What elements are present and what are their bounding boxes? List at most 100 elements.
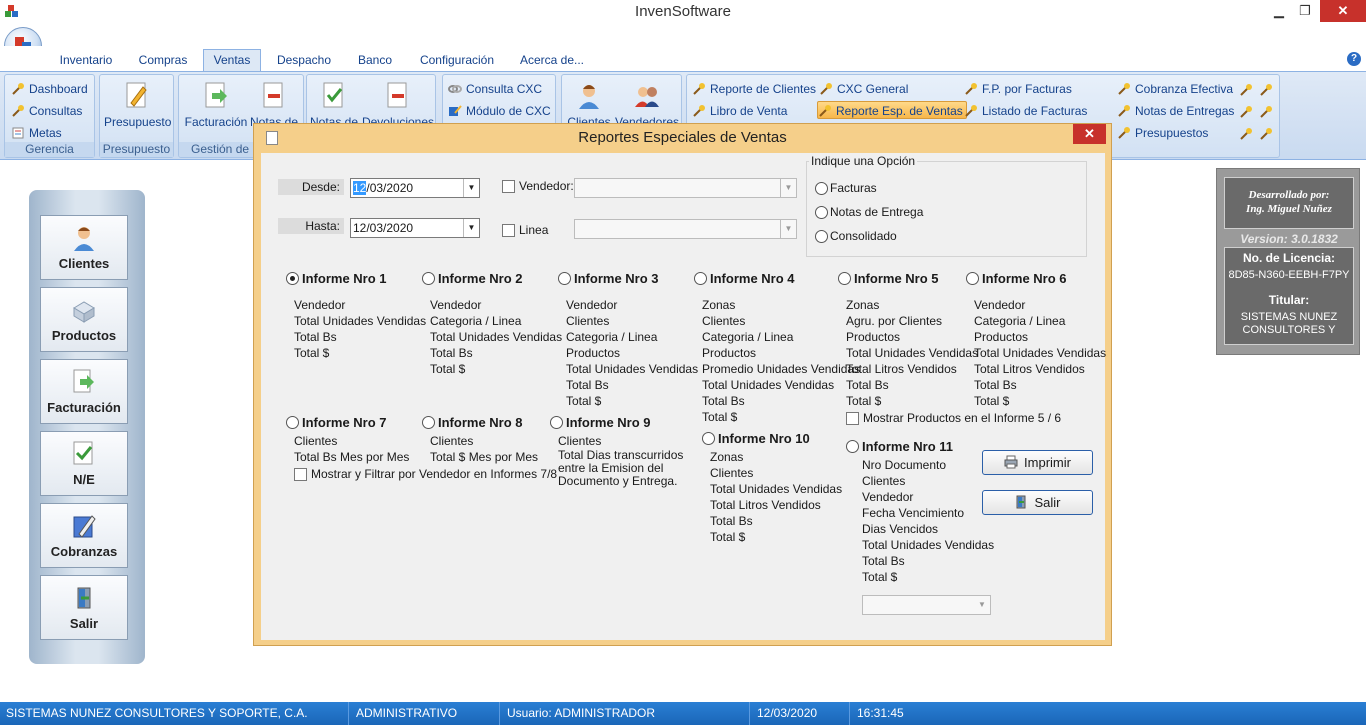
document-check-icon: [323, 82, 343, 108]
vendedor-checkbox[interactable]: [502, 180, 515, 193]
help-icon[interactable]: ?: [1347, 52, 1361, 66]
chevron-down-icon[interactable]: ▼: [463, 179, 479, 197]
informe-10-radio[interactable]: [702, 432, 715, 445]
list-item: Zonas: [710, 450, 744, 464]
libro-venta-button[interactable]: Libro de Venta: [692, 102, 787, 120]
wand-icon[interactable]: [1259, 105, 1273, 119]
nav-productos-label: Productos: [51, 328, 117, 343]
cobranza-efectiva-button[interactable]: Cobranza Efectiva: [1117, 80, 1233, 98]
list-item: Vendedor: [974, 298, 1026, 312]
tab-inventario[interactable]: Inventario: [52, 50, 120, 70]
hasta-value: 12/03/2020: [353, 221, 414, 235]
informe-6-items: Vendedor Categoria / Linea Productos Tot…: [974, 297, 1106, 409]
group-title-presupuesto: Presupuesto: [100, 142, 173, 157]
fp-por-facturas-button[interactable]: F.P. por Facturas: [964, 80, 1072, 98]
list-item: Total $ Mes por Mes: [430, 450, 539, 464]
notas-entregas-button[interactable]: Notas de Entregas: [1117, 102, 1234, 120]
vendedor-select[interactable]: ▼: [574, 178, 797, 198]
document-minus-icon: [263, 82, 283, 108]
nav-clientes-button[interactable]: Clientes: [40, 215, 128, 280]
mostrar-productos-checkbox[interactable]: [846, 412, 859, 425]
informe-11-select[interactable]: ▼: [862, 595, 991, 615]
tab-banco[interactable]: Banco: [350, 50, 400, 70]
notas-de-credito-button[interactable]: Notas de: [249, 81, 299, 129]
tab-compras[interactable]: Compras: [132, 50, 194, 70]
maximize-button[interactable]: ❐: [1290, 0, 1320, 22]
informe-2-radio[interactable]: [422, 272, 435, 285]
linea-select[interactable]: ▼: [574, 219, 797, 239]
dashboard-button[interactable]: Dashboard: [11, 80, 88, 98]
informe-7-radio[interactable]: [286, 416, 299, 429]
salir-dialog-button[interactable]: Salir: [982, 490, 1093, 515]
status-time: 16:31:45: [857, 706, 904, 720]
chevron-down-icon[interactable]: ▼: [974, 596, 990, 614]
facturas-radio[interactable]: [815, 182, 828, 195]
wand-icon[interactable]: [1239, 83, 1253, 97]
informe-11-items: Nro Documento Clientes Vendedor Fecha Ve…: [862, 457, 994, 585]
wand-icon: [965, 105, 977, 117]
exit-door-icon: [1016, 495, 1026, 509]
filtrar-vendedor-checkbox[interactable]: [294, 468, 307, 481]
list-item: Total $: [430, 362, 466, 376]
informe-1-radio[interactable]: [286, 272, 299, 285]
nav-cobranzas-button[interactable]: Cobranzas: [40, 503, 128, 568]
list-item: Clientes: [294, 434, 338, 448]
informe-5-radio[interactable]: [838, 272, 851, 285]
presupuestos-button[interactable]: Presupuestos: [1117, 124, 1208, 142]
presupuesto-button[interactable]: Presupuesto: [104, 81, 171, 129]
tab-ventas[interactable]: Ventas: [203, 49, 261, 72]
notas-de-entrega-button[interactable]: Notas de: [309, 81, 359, 129]
listado-facturas-button[interactable]: Listado de Facturas: [964, 102, 1087, 120]
nav-cobranzas-label: Cobranzas: [50, 544, 118, 559]
chevron-down-icon[interactable]: ▼: [463, 219, 479, 237]
clientes-ribbon-button[interactable]: Clientes: [564, 81, 614, 129]
linea-checkbox[interactable]: [502, 224, 515, 237]
tab-configuracion[interactable]: Configuración: [412, 50, 502, 70]
tab-acerca-de[interactable]: Acerca de...: [516, 50, 588, 70]
metas-button[interactable]: Metas: [11, 124, 62, 142]
informe-4-radio[interactable]: [694, 272, 707, 285]
informe-11-radio[interactable]: [846, 440, 859, 453]
facturacion-ribbon-button[interactable]: Facturación: [183, 81, 249, 129]
notas-entrega-radio[interactable]: [815, 206, 828, 219]
wand-icon[interactable]: [1259, 127, 1273, 141]
cxc-general-button[interactable]: CXC General: [819, 80, 908, 98]
nav-productos-button[interactable]: Productos: [40, 287, 128, 352]
list-item: Productos: [566, 346, 621, 360]
wand-icon[interactable]: [1239, 127, 1253, 141]
desde-date-picker[interactable]: 12/03/2020 ▼: [350, 178, 480, 198]
consultas-button[interactable]: Consultas: [11, 102, 82, 120]
wand-icon: [12, 105, 24, 117]
informe-9-radio[interactable]: [550, 416, 563, 429]
reporte-esp-ventas-button[interactable]: Reporte Esp. de Ventas: [817, 101, 967, 119]
tab-despacho[interactable]: Despacho: [270, 50, 338, 70]
chevron-down-icon[interactable]: ▼: [780, 220, 796, 238]
nav-salir-button[interactable]: Salir: [40, 575, 128, 640]
nav-facturacion-button[interactable]: Facturación: [40, 359, 128, 424]
devoluciones-button[interactable]: Devoluciones: [361, 81, 435, 129]
wand-icon: [12, 83, 24, 95]
imprimir-button[interactable]: Imprimir: [982, 450, 1093, 475]
chevron-down-icon[interactable]: ▼: [780, 179, 796, 197]
informe-8-radio[interactable]: [422, 416, 435, 429]
wand-icon[interactable]: [1239, 105, 1253, 119]
informe-6-radio[interactable]: [966, 272, 979, 285]
wand-icon: [819, 105, 831, 117]
list-item: Total Bs: [862, 554, 905, 568]
dialog-close-button[interactable]: ✕: [1073, 124, 1106, 144]
close-button[interactable]: ✕: [1320, 0, 1366, 22]
modulo-cxc-button[interactable]: Módulo de CXC: [448, 102, 551, 120]
wand-icon: [1118, 127, 1130, 139]
list-item: Total Bs: [846, 378, 889, 392]
list-item: Total $: [294, 346, 330, 360]
consolidado-radio[interactable]: [815, 230, 828, 243]
hasta-date-picker[interactable]: 12/03/2020 ▼: [350, 218, 480, 238]
vendedores-ribbon-button[interactable]: Vendedores: [614, 81, 680, 129]
reporte-clientes-button[interactable]: Reporte de Clientes: [692, 80, 816, 98]
wand-icon[interactable]: [1259, 83, 1273, 97]
reporte-esp-ventas-label: Reporte Esp. de Ventas: [836, 104, 963, 118]
metas-label: Metas: [29, 126, 62, 140]
consulta-cxc-button[interactable]: Consulta CXC: [448, 80, 542, 98]
nav-ne-button[interactable]: N/E: [40, 431, 128, 496]
informe-3-radio[interactable]: [558, 272, 571, 285]
